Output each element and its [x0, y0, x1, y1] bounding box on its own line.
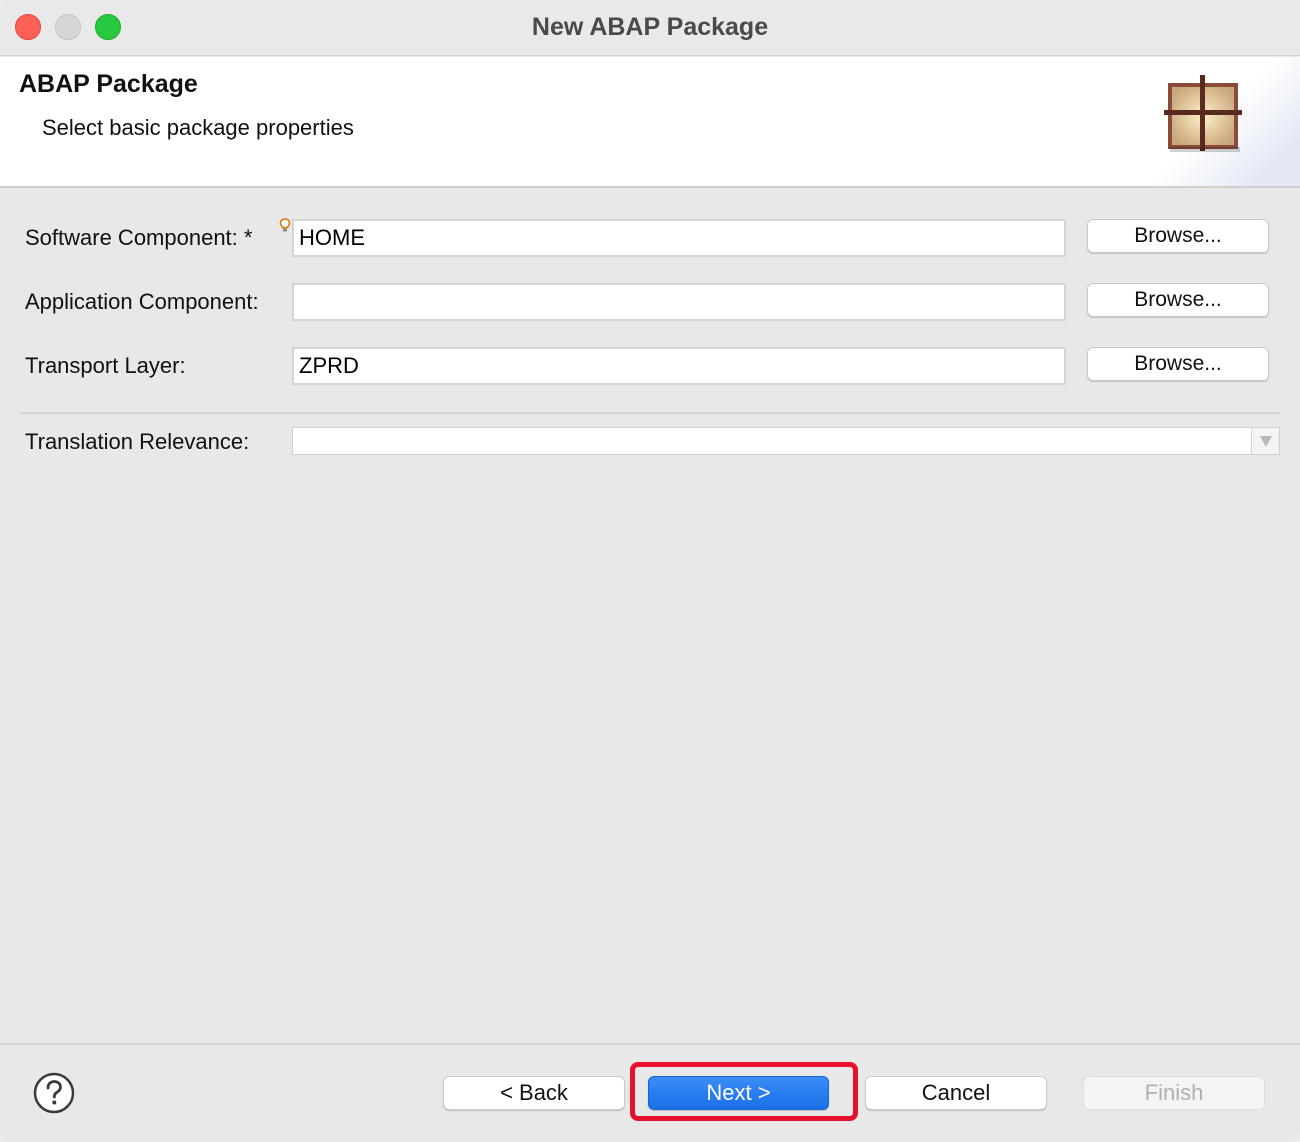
- package-icon: [1164, 75, 1242, 152]
- wizard-header: ABAP Package Select basic package proper…: [0, 57, 1300, 188]
- software-component-input[interactable]: HOME: [292, 219, 1066, 257]
- page-subtitle: Select basic package properties: [42, 115, 354, 140]
- application-component-input[interactable]: [292, 283, 1066, 321]
- help-icon[interactable]: [33, 1072, 75, 1114]
- transport-layer-browse-button[interactable]: Browse...: [1087, 347, 1269, 381]
- back-button[interactable]: < Back: [443, 1076, 625, 1110]
- footer-separator: [0, 1043, 1300, 1045]
- dropdown-arrow-icon[interactable]: [1251, 428, 1279, 454]
- application-component-browse-button[interactable]: Browse...: [1087, 283, 1269, 317]
- lightbulb-hint-icon: [279, 218, 291, 232]
- application-component-label: Application Component:: [25, 289, 259, 314]
- title-bar: New ABAP Package: [0, 0, 1300, 56]
- translation-relevance-select[interactable]: [292, 427, 1280, 455]
- cancel-button[interactable]: Cancel: [865, 1076, 1047, 1110]
- finish-button: Finish: [1083, 1076, 1265, 1110]
- page-title: ABAP Package: [19, 70, 198, 98]
- dialog-window: New ABAP Package ABAP Package Select bas…: [0, 0, 1300, 1142]
- transport-layer-label: Transport Layer:: [25, 353, 186, 378]
- software-component-label: Software Component: *: [25, 225, 253, 250]
- translation-relevance-label: Translation Relevance:: [25, 429, 250, 454]
- transport-layer-input[interactable]: ZPRD: [292, 347, 1066, 385]
- window-title: New ABAP Package: [531, 13, 769, 41]
- next-button-highlight: [630, 1062, 858, 1121]
- software-component-browse-button[interactable]: Browse...: [1087, 219, 1269, 253]
- form-separator: [20, 412, 1280, 414]
